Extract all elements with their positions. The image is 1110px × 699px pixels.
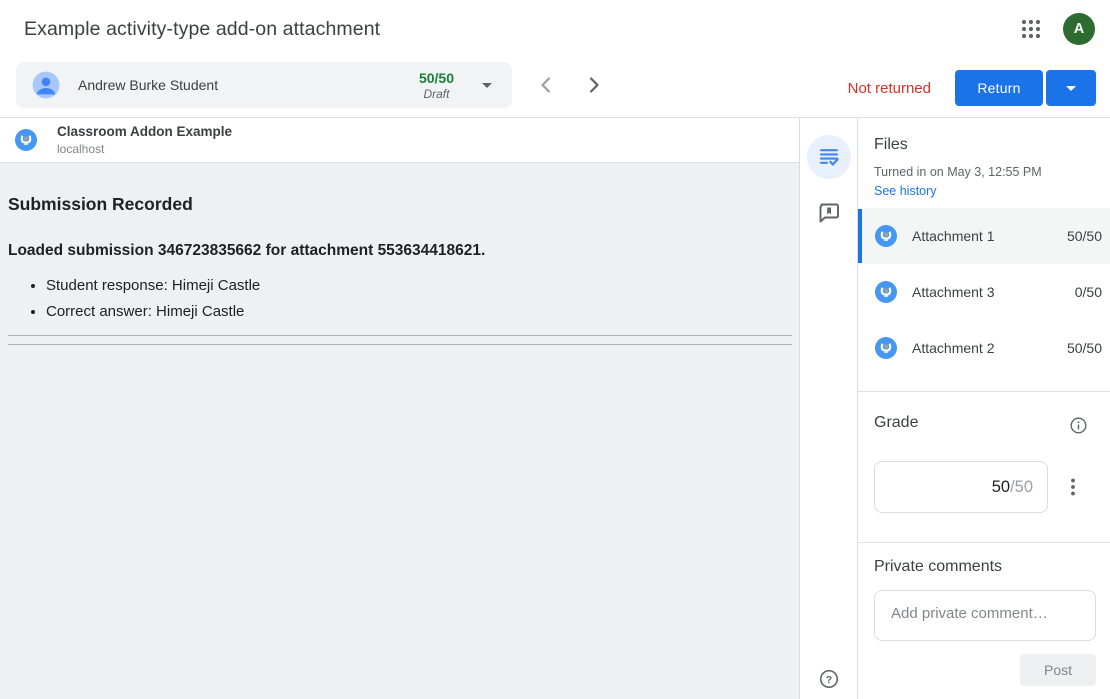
student-selector[interactable]: Andrew Burke Student 50/50 Draft	[16, 62, 512, 108]
comment-bank-button[interactable]	[817, 201, 841, 225]
score-state: Draft	[419, 88, 454, 100]
student-avatar	[32, 71, 60, 99]
attachment-score: 50/50	[1067, 340, 1102, 356]
return-dropdown-button[interactable]	[1046, 70, 1096, 106]
submission-lead: Loaded submission 346723835662 for attac…	[8, 242, 792, 260]
attachment-score: 50/50	[1067, 228, 1102, 244]
addon-iframe-content: Submission Recorded Loaded submission 34…	[0, 194, 799, 345]
grading-toolbar: Andrew Burke Student 50/50 Draft Not ret…	[0, 58, 1110, 118]
turned-in-status: Turned in on May 3, 12:55 PM	[874, 165, 1042, 179]
return-button[interactable]: Return	[955, 70, 1043, 106]
correct-answer: Correct answer: Himeji Castle	[46, 303, 792, 320]
attachment-list: Attachment 1 50/50 Attachment 3 0/50	[858, 208, 1110, 376]
grade-input[interactable]: 50/50	[874, 461, 1048, 513]
apps-grid-icon[interactable]	[1019, 17, 1043, 41]
addon-header: Classroom Addon Example localhost	[0, 118, 799, 163]
grade-value: 50	[992, 478, 1010, 497]
addon-name: Classroom Addon Example	[57, 125, 232, 139]
student-response: Student response: Himeji Castle	[46, 277, 792, 294]
attachment-icon	[874, 336, 898, 360]
comment-bank-icon	[817, 201, 841, 225]
grading-icon	[817, 145, 841, 169]
private-comment-input[interactable]	[874, 590, 1096, 641]
addon-host: localhost	[57, 143, 232, 155]
next-student-button[interactable]	[582, 73, 606, 97]
divider	[8, 335, 792, 336]
previous-student-button[interactable]	[534, 73, 558, 97]
student-score: 50/50 Draft	[419, 71, 454, 100]
svg-text:?: ?	[826, 674, 832, 686]
divider	[8, 344, 792, 345]
side-rail: ?	[800, 118, 858, 699]
info-icon[interactable]	[1069, 416, 1088, 435]
submission-details: Student response: Himeji Castle Correct …	[8, 277, 792, 320]
attachment-row[interactable]: Attachment 3 0/50	[858, 264, 1110, 320]
score-value: 50/50	[419, 71, 454, 85]
chevron-down-icon	[1066, 86, 1076, 91]
selected-indicator	[858, 209, 862, 263]
classroom-student-work-page: Example activity-type add-on attachment …	[0, 0, 1110, 699]
attachment-score: 0/50	[1075, 284, 1102, 300]
divider	[858, 391, 1110, 392]
grade-more-menu[interactable]	[1061, 475, 1085, 499]
post-button[interactable]: Post	[1020, 654, 1096, 686]
chevron-down-icon[interactable]	[482, 83, 492, 88]
top-bar: Example activity-type add-on attachment …	[0, 0, 1110, 58]
files-heading: Files	[874, 136, 908, 154]
attachment-label: Attachment 2	[912, 340, 1067, 356]
account-initial: A	[1074, 21, 1084, 37]
grading-tab-button[interactable]	[807, 135, 851, 179]
attachment-label: Attachment 1	[912, 228, 1067, 244]
grading-panel: Files Turned in on May 3, 12:55 PM See h…	[858, 118, 1110, 699]
attachment-row[interactable]: Attachment 2 50/50	[858, 320, 1110, 376]
divider	[858, 542, 1110, 543]
main-area: Classroom Addon Example localhost Submis…	[0, 118, 1110, 699]
help-button[interactable]: ?	[818, 668, 840, 690]
grade-heading: Grade	[874, 414, 918, 432]
attachment-row[interactable]: Attachment 1 50/50	[858, 208, 1110, 264]
account-avatar[interactable]: A	[1063, 13, 1095, 45]
see-history-link[interactable]: See history	[874, 184, 937, 198]
submission-content: Classroom Addon Example localhost Submis…	[0, 118, 800, 699]
attachment-icon	[874, 280, 898, 304]
more-vert-icon	[1061, 475, 1085, 499]
submission-heading: Submission Recorded	[8, 194, 792, 215]
page-title: Example activity-type add-on attachment	[24, 0, 380, 58]
student-name: Andrew Burke Student	[78, 77, 218, 93]
attachment-label: Attachment 3	[912, 284, 1075, 300]
addon-app-icon	[14, 128, 38, 152]
grade-out-of: /50	[1010, 478, 1033, 497]
return-status: Not returned	[848, 58, 931, 118]
private-comments-heading: Private comments	[874, 558, 1002, 576]
help-icon: ?	[818, 668, 840, 690]
attachment-icon	[874, 224, 898, 248]
